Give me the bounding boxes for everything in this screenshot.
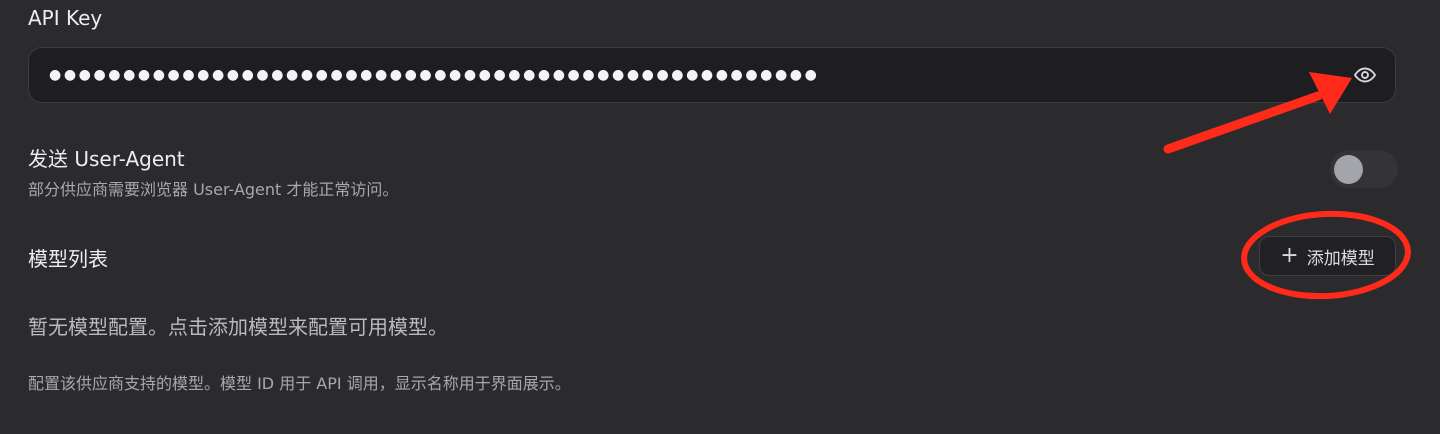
eye-icon[interactable] — [1351, 61, 1379, 89]
model-list-title: 模型列表 — [28, 247, 108, 271]
add-model-button[interactable]: + 添加模型 — [1259, 236, 1396, 276]
api-key-masked-value: ●●●●●●●●●●●●●●●●●●●●●●●●●●●●●●●●●●●●●●●●… — [49, 67, 820, 83]
add-model-label: 添加模型 — [1306, 248, 1375, 269]
models-help-text: 配置该供应商支持的模型。模型 ID 用于 API 调用，显示名称用于界面展示。 — [28, 374, 571, 393]
plus-icon: + — [1280, 243, 1299, 268]
empty-models-message: 暂无模型配置。点击添加模型来配置可用模型。 — [28, 315, 448, 339]
annotation-arrow-shaft — [1163, 91, 1323, 154]
user-agent-toggle[interactable] — [1330, 150, 1398, 188]
user-agent-title: 发送 User-Agent — [28, 147, 185, 171]
api-key-input[interactable]: ●●●●●●●●●●●●●●●●●●●●●●●●●●●●●●●●●●●●●●●●… — [28, 47, 1396, 103]
api-key-label: API Key — [28, 6, 103, 30]
user-agent-description: 部分供应商需要浏览器 User-Agent 才能正常访问。 — [28, 180, 399, 199]
provider-settings-panel: API Key ●●●●●●●●●●●●●●●●●●●●●●●●●●●●●●●●… — [0, 0, 1440, 434]
toggle-knob — [1334, 155, 1363, 184]
